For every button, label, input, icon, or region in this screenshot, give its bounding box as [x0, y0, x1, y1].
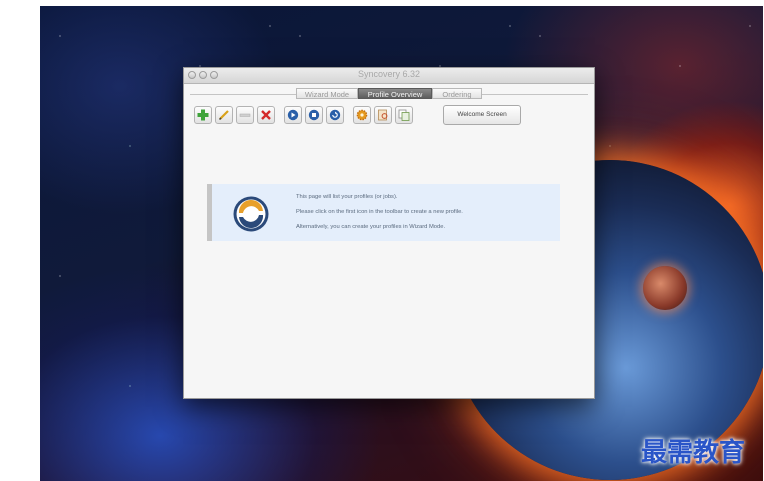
minus-icon — [239, 113, 251, 117]
window-title: Syncovery 6.32 — [357, 69, 421, 79]
tab-profile-overview[interactable]: Profile Overview — [358, 88, 432, 99]
refresh-button[interactable] — [326, 106, 344, 124]
copy-icon — [398, 109, 410, 121]
tab-ordering[interactable]: Ordering — [432, 88, 482, 99]
log-button[interactable] — [374, 106, 392, 124]
play-icon — [287, 109, 299, 121]
planet-small — [643, 266, 687, 310]
log-icon — [378, 109, 388, 121]
welcome-screen-button[interactable]: Welcome Screen — [443, 105, 521, 125]
delete-x-icon — [261, 110, 271, 120]
app-window: Syncovery 6.32 Wizard Mode Profile Overv… — [183, 67, 595, 399]
info-line-2: Please click on the first icon in the to… — [296, 209, 463, 215]
delete-profile-button[interactable] — [257, 106, 275, 124]
edit-profile-button[interactable] — [215, 106, 233, 124]
tab-bar: Wizard Mode Profile Overview Ordering — [184, 88, 594, 100]
copy-button[interactable] — [395, 106, 413, 124]
stop-profile-button[interactable] — [305, 106, 323, 124]
syncovery-logo-icon — [233, 196, 269, 232]
watermark-text: 最需教育 — [641, 438, 746, 468]
plus-icon — [197, 109, 209, 121]
info-panel: This page will list your profiles (or jo… — [207, 184, 560, 241]
info-line-3: Alternatively, you can create your profi… — [296, 224, 446, 230]
run-profile-button[interactable] — [284, 106, 302, 124]
settings-button[interactable] — [353, 106, 371, 124]
refresh-icon — [329, 109, 341, 121]
pencil-icon — [218, 110, 229, 121]
remove-profile-button[interactable] — [236, 106, 254, 124]
tab-wizard-mode[interactable]: Wizard Mode — [296, 88, 358, 99]
new-profile-button[interactable] — [194, 106, 212, 124]
info-line-1: This page will list your profiles (or jo… — [296, 194, 398, 200]
gear-icon — [356, 109, 368, 121]
title-bar[interactable]: Syncovery 6.32 — [184, 68, 594, 84]
stop-icon — [308, 109, 320, 121]
